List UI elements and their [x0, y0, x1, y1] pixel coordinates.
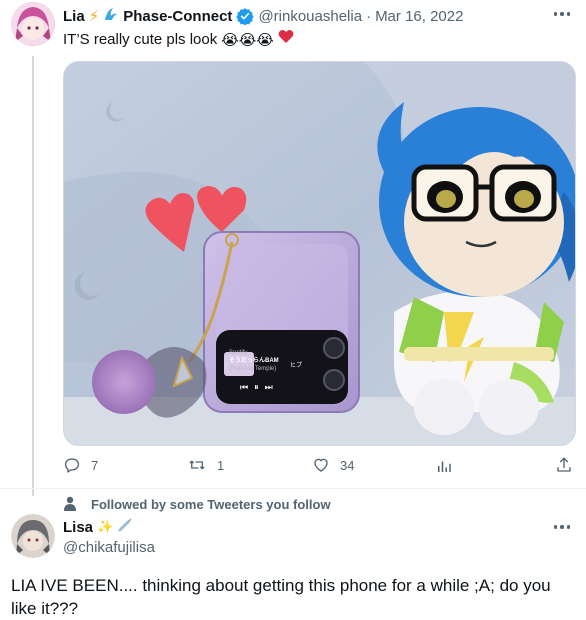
- more-options-icon[interactable]: [548, 4, 576, 24]
- sparkle-icon: ✨: [97, 519, 114, 534]
- reply-author-avatar[interactable]: [11, 514, 55, 558]
- org-label[interactable]: Phase-Connect: [123, 8, 232, 25]
- reply-author-handle[interactable]: @chikafujilisa: [63, 539, 155, 556]
- tweet-text-body: IT’S really cute pls look: [63, 30, 218, 48]
- phone-app-label: Spotify: [229, 350, 248, 356]
- tweet-actions: 7 1 34: [63, 456, 576, 478]
- phone-song-artist: (Red Ass Temple): [229, 366, 277, 372]
- verified-badge-icon: [236, 7, 255, 26]
- like-button[interactable]: 34: [312, 456, 354, 474]
- reply-author-name[interactable]: Lisa: [63, 519, 93, 536]
- author-avatar[interactable]: [11, 2, 55, 46]
- photo-scene: [64, 62, 575, 445]
- analytics-button[interactable]: [435, 457, 453, 480]
- lightning-icon: ⚡: [88, 8, 100, 25]
- reply-icon: [64, 458, 80, 473]
- phone-extra-text: ヒプ: [290, 363, 303, 369]
- tweet-text: IT’S really cute pls look 😭😭😭: [63, 29, 294, 50]
- tweet-media[interactable]: Spotify そうだっらんBAM (Red Ass Temple) ヒプ ⏮⏸…: [63, 61, 576, 446]
- syringe-icon: [117, 517, 133, 537]
- phone-screen-text: Spotify そうだっらんBAM (Red Ass Temple): [229, 349, 319, 373]
- phone-playback-controls: ⏮⏸⏭: [240, 382, 279, 392]
- like-count: 34: [340, 457, 355, 473]
- wave-icon: [103, 6, 119, 26]
- divider: [0, 488, 586, 489]
- tweet-date[interactable]: Mar 16, 2022: [375, 8, 463, 25]
- tweet-header: Lia ⚡ Phase-Connect @rinkouashelia · Mar…: [63, 6, 463, 26]
- avatar-art: [11, 2, 55, 46]
- retweet-button[interactable]: 1: [187, 456, 224, 474]
- social-context: Followed by some Tweeters you follow: [63, 496, 331, 512]
- red-heart-icon: [278, 29, 294, 50]
- author-name[interactable]: Lia: [63, 8, 85, 25]
- reply-avatar-art: [11, 514, 55, 558]
- reply-text: LIA IVE BEEN.... thinking about getting …: [11, 576, 551, 618]
- retweet-icon: [189, 460, 205, 470]
- dot-separator: ·: [366, 7, 372, 25]
- phone-song-title: そうだっらんBAM: [229, 358, 279, 364]
- social-context-text: Followed by some Tweeters you follow: [91, 496, 331, 512]
- author-handle[interactable]: @rinkouashelia: [258, 8, 362, 25]
- crying-emoji: 😭😭😭: [221, 30, 274, 49]
- share-button[interactable]: [555, 456, 573, 479]
- reply-count: 7: [91, 457, 99, 473]
- reply-header: Lisa ✨: [63, 517, 133, 537]
- reply-button[interactable]: 7: [63, 456, 98, 474]
- retweet-count: 1: [217, 457, 225, 473]
- analytics-icon: [438, 461, 451, 472]
- thread-line: [32, 56, 34, 496]
- heart-icon: [314, 458, 328, 472]
- reply-more-options-icon[interactable]: [548, 517, 576, 537]
- person-icon: [64, 496, 76, 511]
- share-icon: [557, 457, 571, 472]
